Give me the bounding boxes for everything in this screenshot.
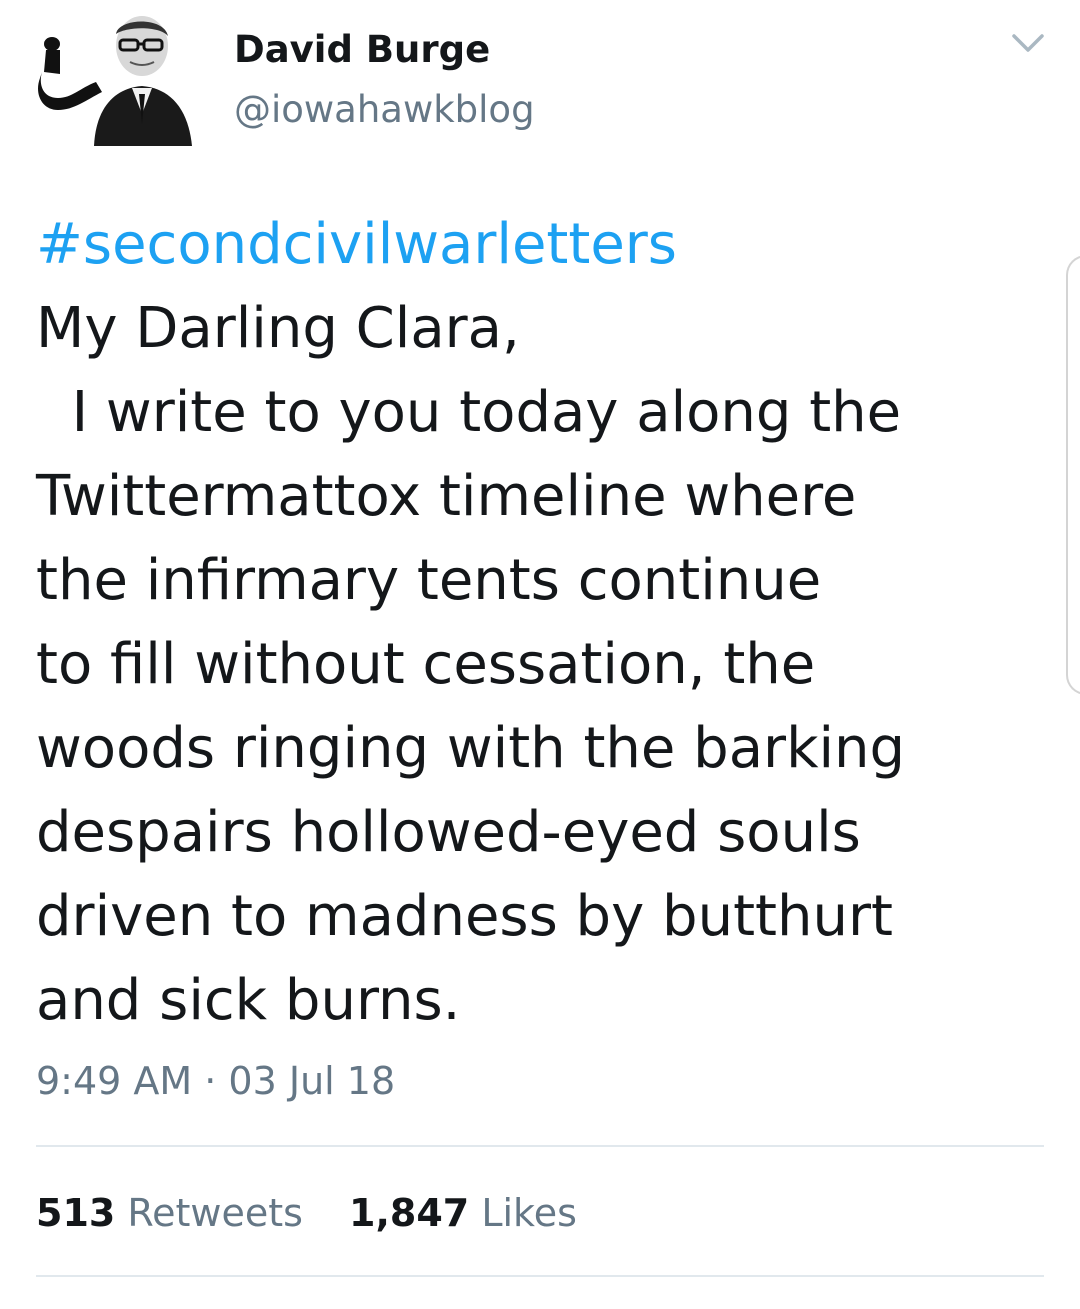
divider bbox=[36, 1275, 1044, 1277]
retweets-label: Retweets bbox=[127, 1191, 303, 1235]
retweets-count: 513 bbox=[36, 1191, 116, 1235]
tweet-line: to fill without cessation, the bbox=[36, 632, 816, 697]
tweet-line: the infirmary tents continue bbox=[36, 548, 822, 613]
tweet-timestamp[interactable]: 9:49 AM · 03 Jul 18 bbox=[36, 1053, 395, 1109]
tweet-text: #secondcivilwarletters My Darling Clara,… bbox=[36, 203, 1056, 1043]
avatar[interactable] bbox=[36, 14, 194, 146]
scrollbar[interactable] bbox=[1066, 255, 1080, 695]
author-display-name[interactable]: David Burge bbox=[234, 26, 490, 74]
likes-label: Likes bbox=[481, 1191, 577, 1235]
tweet-line: woods ringing with the barking bbox=[36, 716, 906, 781]
tweet-line: I write to you today along the bbox=[36, 380, 902, 445]
tweet-line: My Darling Clara, bbox=[36, 296, 520, 361]
divider bbox=[36, 1145, 1044, 1147]
hashtag-link[interactable]: #secondcivilwarletters bbox=[36, 203, 1056, 287]
tweet-stats: 513 Retweets 1,847 Likes bbox=[36, 1185, 611, 1241]
tweet-line: Twittermattox timeline where bbox=[36, 464, 857, 529]
likes-count: 1,847 bbox=[349, 1191, 470, 1235]
retweets-stat[interactable]: 513 Retweets bbox=[36, 1185, 303, 1241]
chevron-down-icon[interactable] bbox=[1010, 28, 1046, 56]
author-handle[interactable]: @iowahawkblog bbox=[234, 86, 535, 134]
tweet-line: despairs hollowed-eyed souls bbox=[36, 800, 861, 865]
tweet-line: and sick burns. bbox=[36, 968, 461, 1033]
tweet-line: driven to madness by butthurt bbox=[36, 884, 893, 949]
likes-stat[interactable]: 1,847 Likes bbox=[349, 1185, 577, 1241]
